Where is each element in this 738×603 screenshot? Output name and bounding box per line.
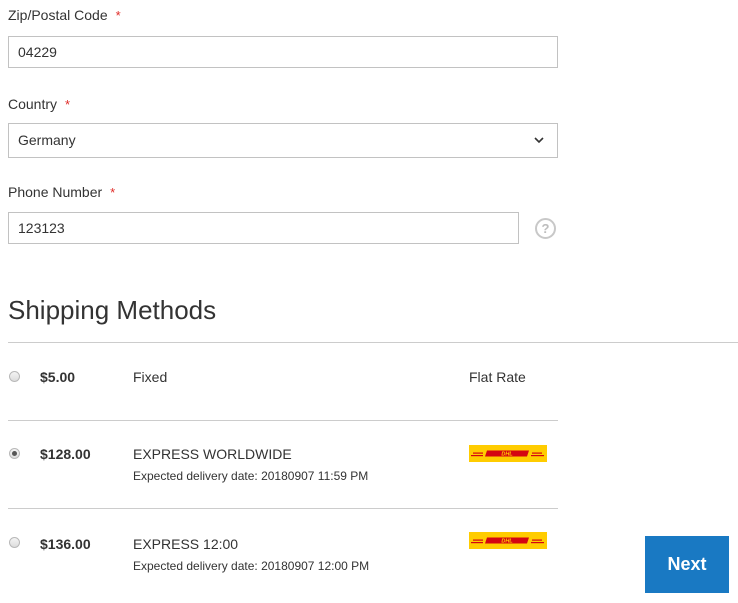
- shipping-radio-express-1200[interactable]: [9, 537, 20, 548]
- country-label-text: Country: [8, 96, 58, 112]
- help-tooltip-icon[interactable]: ?: [535, 218, 556, 239]
- zip-label: Zip/Postal Code *: [8, 6, 121, 25]
- checkout-shipping-page: Zip/Postal Code * Country * Germany Phone …: [0, 0, 738, 603]
- shipping-methods-title: Shipping Methods: [8, 295, 217, 325]
- phone-required-mark: *: [110, 185, 116, 200]
- dhl-logo-icon: DHL: [469, 445, 547, 462]
- dhl-logo-text: DHL: [501, 539, 513, 545]
- next-button[interactable]: Next: [645, 536, 729, 593]
- country-required-mark: *: [65, 97, 71, 112]
- row-divider: [8, 420, 558, 421]
- shipping-price: $128.00: [40, 446, 91, 462]
- dhl-logo-text: DHL: [501, 452, 513, 458]
- zip-required-mark: *: [115, 8, 121, 23]
- chevron-down-icon: [534, 137, 544, 144]
- dhl-logo-icon: DHL: [469, 532, 547, 549]
- country-label: Country *: [8, 95, 70, 114]
- carrier-flat-rate-label: Flat Rate: [469, 369, 526, 385]
- row-divider: [8, 508, 558, 509]
- shipping-delivery-date: Expected delivery date: 20180907 12:00 P…: [133, 559, 370, 573]
- phone-label: Phone Number *: [8, 183, 115, 202]
- zip-label-text: Zip/Postal Code: [8, 7, 108, 23]
- shipping-method-title: EXPRESS 12:00: [133, 536, 239, 552]
- shipping-price: $5.00: [40, 369, 76, 385]
- shipping-radio-express-worldwide[interactable]: [9, 448, 20, 459]
- phone-label-text: Phone Number: [8, 184, 103, 200]
- shipping-delivery-date: Expected delivery date: 20180907 11:59 P…: [133, 469, 369, 483]
- country-selected-value: Germany: [18, 132, 76, 148]
- shipping-radio-flat-rate[interactable]: [9, 371, 20, 382]
- shipping-method-title: Fixed: [133, 369, 168, 385]
- country-select[interactable]: Germany: [8, 123, 558, 158]
- shipping-method-title: EXPRESS WORLDWIDE: [133, 446, 292, 462]
- zip-input[interactable]: [8, 36, 558, 68]
- phone-input[interactable]: [8, 212, 519, 244]
- title-divider: [8, 342, 738, 343]
- shipping-price: $136.00: [40, 536, 91, 552]
